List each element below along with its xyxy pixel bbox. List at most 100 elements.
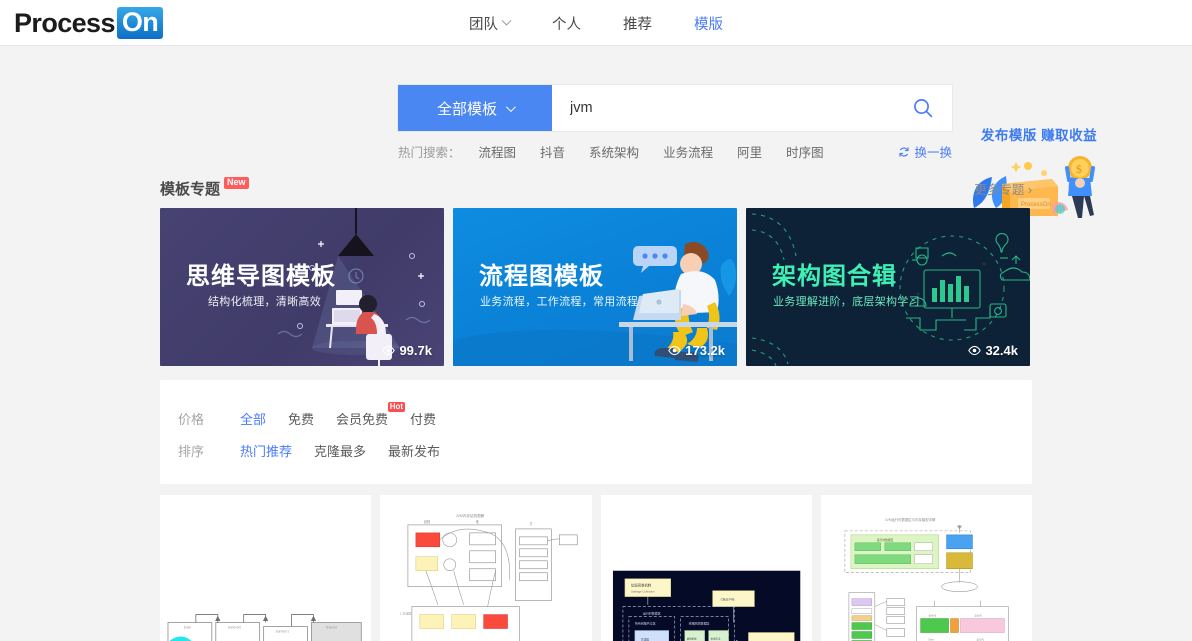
svg-text:Survivor0: Survivor0 xyxy=(228,626,242,630)
filter-price-free[interactable]: 免费 xyxy=(288,409,314,428)
topic-banner-list: 思维导图模板 结构化梳理，清晰高效 99.7k 流程图模板 业务流程，工作流程，… xyxy=(160,208,1032,366)
banner-subtitle-architecture: 业务理解进阶，底层架构学习 xyxy=(773,296,920,308)
svg-text:老年代: 老年代 xyxy=(974,614,982,618)
filter-price-all[interactable]: 全部 xyxy=(240,409,266,428)
filter-sort-most-cloned[interactable]: 克隆最多 xyxy=(314,441,366,460)
svg-text:线程: 线程 xyxy=(424,519,431,524)
filter-row-price: 价格 全部 免费 会员免费 Hot 付费 xyxy=(160,401,1032,434)
svg-text:所有线程共享区: 所有线程共享区 xyxy=(634,621,655,626)
search-scope-dropdown[interactable]: 全部模板 xyxy=(398,85,552,131)
svg-text:JVM运行时数据区与内存模型详解: JVM运行时数据区与内存模型详解 xyxy=(885,517,936,522)
hot-badge: Hot xyxy=(387,401,406,412)
topic-header: 模板专题 New 更多专题 › xyxy=(160,174,1032,202)
svg-text:Class File: Class File xyxy=(720,598,734,602)
svg-text:运行时数据区: 运行时数据区 xyxy=(877,538,894,542)
svg-text:1.方法区: 1.方法区 xyxy=(400,611,411,616)
nav-label-team: 团队 xyxy=(469,16,498,33)
svg-text:$: $ xyxy=(1076,162,1082,176)
filter-panel: 价格 全部 免费 会员免费 Hot 付费 排序 热门推荐 克隆最多 最新发布 xyxy=(160,380,1032,484)
search-button[interactable] xyxy=(894,85,952,131)
banner-card-flowchart[interactable]: 流程图模板 业务流程，工作流程，常用流程 173.2k xyxy=(453,208,737,366)
filter-row-sort: 排序 热门推荐 克隆最多 最新发布 xyxy=(160,434,1032,466)
eye-icon xyxy=(968,345,982,356)
svg-text:垃圾回收机制: 垃圾回收机制 xyxy=(630,583,651,588)
nav-label-personal: 个人 xyxy=(552,16,581,33)
template-card[interactable]: 垃圾回收机制 Garbage Collection Class File 运行时… xyxy=(600,495,812,641)
filter-sort-popular[interactable]: 热门推荐 xyxy=(240,441,292,460)
eye-icon xyxy=(382,345,396,356)
svg-text:老年代: 老年代 xyxy=(976,637,984,641)
banner-title-mindmap: 思维导图模板 xyxy=(186,263,336,290)
svg-text:Survivor1: Survivor1 xyxy=(276,630,290,634)
new-badge: New xyxy=(224,177,249,189)
banner-views-flowchart: 173.2k xyxy=(668,343,725,358)
hot-search-row: 热门搜索： 流程图 抖音 系统架构 业务流程 阿里 时序图 换一换 xyxy=(398,142,952,161)
filter-label-price: 价格 xyxy=(178,411,205,427)
filter-price-member-free[interactable]: 会员免费 Hot xyxy=(336,401,406,428)
nav-item-personal[interactable]: 个人 xyxy=(552,13,581,34)
search-input[interactable] xyxy=(552,85,894,131)
svg-text:Garbage Collection: Garbage Collection xyxy=(630,590,654,594)
template-thumbnail-flow-boxes: JVM内存结构图解 线程 堆 方 1.方法区 xyxy=(380,495,592,641)
filter-sort-newest[interactable]: 最新发布 xyxy=(388,441,440,460)
refresh-hot-words-button[interactable]: 换一换 xyxy=(898,142,952,161)
svg-text:新生代: 新生代 xyxy=(928,614,936,618)
svg-text:方法区: 方法区 xyxy=(640,637,649,641)
hot-word-3[interactable]: 业务流程 xyxy=(663,142,713,161)
topic-title: 模板专题 xyxy=(160,180,221,198)
banner-views-architecture: 32.4k xyxy=(968,343,1018,358)
banner-subtitle-mindmap: 结构化梳理，清晰高效 xyxy=(208,296,321,308)
template-thumbnail-dark-architecture: 垃圾回收机制 Garbage Collection Class File 运行时… xyxy=(600,495,812,641)
svg-text:Tenured: Tenured xyxy=(325,626,337,630)
banner-views-count-mindmap: 99.7k xyxy=(399,343,432,358)
template-card[interactable]: JVM内存结构图解 线程 堆 方 1.方法区 xyxy=(380,495,592,641)
template-thumbnail-memory-regions: Eden Survivor0 Survivor1 Tenured xyxy=(160,495,372,641)
filter-price-paid[interactable]: 付费 xyxy=(410,409,436,428)
refresh-icon xyxy=(899,146,910,157)
main-content: 模板专题 New 更多专题 › 思维导图模板 结构化梳理，清晰高效 99.7k … xyxy=(160,174,1032,641)
main-navigation: 团队 个人 推荐 模版 xyxy=(0,0,1192,46)
search-icon xyxy=(914,99,933,118)
svg-text:运行时数据区: 运行时数据区 xyxy=(642,611,660,616)
nav-item-team[interactable]: 团队 xyxy=(469,13,512,34)
svg-text:方: 方 xyxy=(530,521,533,526)
hot-word-0[interactable]: 流程图 xyxy=(479,142,517,161)
svg-text:本地方法: 本地方法 xyxy=(710,636,720,640)
svg-text:Eden: Eden xyxy=(184,626,192,630)
eye-icon xyxy=(668,345,682,356)
banner-card-mindmap[interactable]: 思维导图模板 结构化梳理，清晰高效 99.7k xyxy=(160,208,444,366)
template-grid: Eden Survivor0 Survivor1 Tenured JVM内存结构… xyxy=(160,495,1032,641)
hot-word-2[interactable]: 系统架构 xyxy=(589,142,639,161)
hot-word-1[interactable]: 抖音 xyxy=(540,142,565,161)
filter-price-member-free-label: 会员免费 xyxy=(336,411,389,427)
chevron-down-icon xyxy=(505,101,516,112)
app-header: Process On 团队 个人 推荐 模版 xyxy=(0,0,1192,46)
template-card[interactable]: JVM运行时数据区与内存模型详解 运行时数据区 新生代 老年代 Eden 老年代 xyxy=(820,495,1032,641)
nav-item-recommend[interactable]: 推荐 xyxy=(623,13,652,34)
nav-item-templates[interactable]: 模版 xyxy=(694,13,723,34)
banner-views-mindmap: 99.7k xyxy=(382,343,432,358)
banner-subtitle-flowchart: 业务流程，工作流程，常用流程 xyxy=(480,296,639,308)
template-card[interactable]: Eden Survivor0 Survivor1 Tenured xyxy=(160,495,372,641)
svg-text:JVM内存结构图解: JVM内存结构图解 xyxy=(456,513,485,518)
chevron-down-icon xyxy=(501,15,512,26)
svg-text:线程隔离数据区: 线程隔离数据区 xyxy=(688,621,709,626)
banner-views-count-flowchart: 173.2k xyxy=(685,343,725,358)
refresh-hot-words-label: 换一换 xyxy=(914,146,952,160)
banner-title-flowchart: 流程图模板 xyxy=(479,263,604,290)
more-topics-link[interactable]: 更多专题 › xyxy=(974,179,1032,198)
hot-word-4[interactable]: 阿里 xyxy=(737,142,762,161)
hot-word-5[interactable]: 时序图 xyxy=(786,142,824,161)
banner-card-architecture[interactable]: 架构图合辑 业务理解进阶，底层架构学习 32.4k xyxy=(746,208,1030,366)
banner-title-architecture: 架构图合辑 xyxy=(772,263,897,290)
promo-text: 发布模版 赚取收益 xyxy=(980,128,1098,143)
nav-label-templates: 模版 xyxy=(694,16,723,33)
search-bar: 全部模板 xyxy=(398,85,952,131)
nav-label-recommend: 推荐 xyxy=(623,16,652,33)
filter-label-sort: 排序 xyxy=(178,443,205,459)
search-scope-label: 全部模板 xyxy=(436,100,497,118)
more-topics-label: 更多专题 xyxy=(974,182,1025,197)
banner-views-count-architecture: 32.4k xyxy=(985,343,1018,358)
template-thumbnail-color-architecture: JVM运行时数据区与内存模型详解 运行时数据区 新生代 老年代 Eden 老年代 xyxy=(820,495,1032,641)
svg-text:虚拟机栈: 虚拟机栈 xyxy=(686,636,696,640)
